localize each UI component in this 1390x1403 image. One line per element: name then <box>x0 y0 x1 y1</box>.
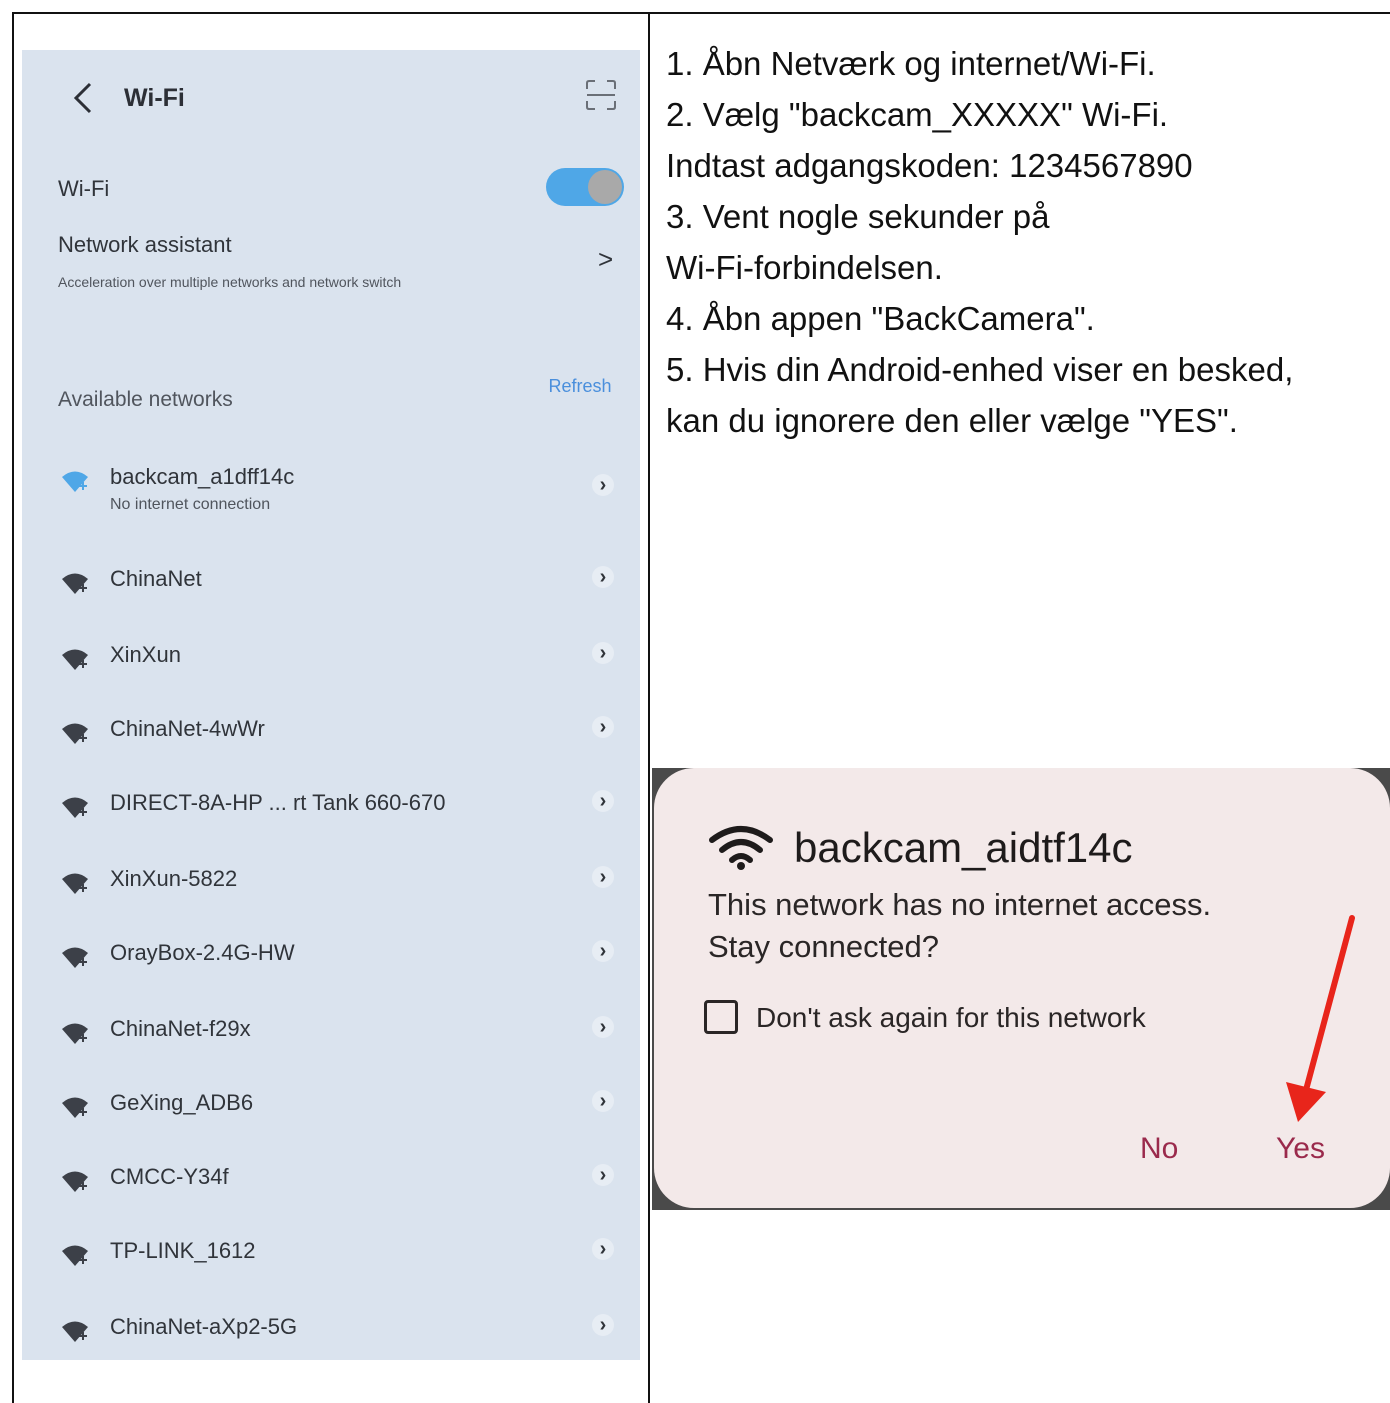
instructions: 1. Åbn Netværk og internet/Wi-Fi. 2. Vælg… <box>666 38 1390 446</box>
network-name: GeXing_ADB6 <box>110 1090 254 1115</box>
back-arrow-icon[interactable] <box>66 78 100 118</box>
network-name: backcam_a1dff14c <box>110 464 295 489</box>
instruction-line: 1. Åbn Netværk og internet/Wi-Fi. <box>666 45 1156 82</box>
network-name: ChinaNet <box>110 566 202 591</box>
chevron-right-icon[interactable]: › <box>592 642 614 664</box>
network-assistant-title[interactable]: Network assistant <box>58 232 232 258</box>
chevron-right-icon[interactable]: › <box>592 790 614 812</box>
network-item[interactable]: XinXun-5822 › <box>22 856 640 916</box>
network-item[interactable]: ChinaNet-f29x › <box>22 1006 640 1066</box>
network-name: XinXun-5822 <box>110 866 238 891</box>
wifi-settings-panel: Wi-Fi Wi-Fi Network assistant Accelerati… <box>22 50 640 1360</box>
network-item[interactable]: ChinaNet › <box>22 556 640 616</box>
network-name: OrayBox-2.4G-HW <box>110 940 295 965</box>
wifi-signal-icon <box>62 1097 88 1118</box>
wifi-signal-icon <box>62 649 88 670</box>
wifi-toggle[interactable] <box>546 168 624 206</box>
network-assistant-subtitle: Acceleration over multiple networks and … <box>58 274 402 290</box>
wifi-icon <box>709 826 773 870</box>
dialog-message-line2: Stay connected? <box>708 929 939 964</box>
no-button[interactable]: No <box>1140 1132 1178 1166</box>
toggle-knob <box>588 170 622 204</box>
instruction-line: 4. Åbn appen "BackCamera". <box>666 300 1095 337</box>
network-name: DIRECT-8A-HP ... rt Tank 660-670 <box>110 790 446 815</box>
wifi-signal-icon <box>62 573 88 594</box>
network-name: CMCC-Y34f <box>110 1164 229 1189</box>
dialog-message: This network has no internet access. Sta… <box>708 884 1211 968</box>
network-item[interactable]: TP-LINK_1612 › <box>22 1228 640 1288</box>
network-item[interactable]: backcam_a1dff14c No internet connection › <box>22 454 640 514</box>
chevron-right-icon[interactable]: > <box>598 244 613 275</box>
network-item[interactable]: GeXing_ADB6 › <box>22 1080 640 1140</box>
network-name: TP-LINK_1612 <box>110 1238 256 1263</box>
instruction-line: Wi-Fi-forbindelsen. <box>666 249 943 286</box>
network-item[interactable]: ChinaNet-4wWr › <box>22 706 640 766</box>
wifi-signal-icon <box>62 1245 88 1266</box>
instruction-line: kan du ignorere den eller vælge "YES". <box>666 402 1238 439</box>
chevron-right-icon[interactable]: › <box>592 566 614 588</box>
chevron-right-icon[interactable]: › <box>592 866 614 888</box>
network-item[interactable]: XinXun › <box>22 632 640 692</box>
dialog-title: backcam_aidtf14c <box>794 824 1133 871</box>
network-name: ChinaNet-f29x <box>110 1016 251 1041</box>
page-title: Wi-Fi <box>124 84 185 112</box>
wifi-signal-icon <box>62 723 88 744</box>
network-item[interactable]: OrayBox-2.4G-HW › <box>22 930 640 990</box>
chevron-right-icon[interactable]: › <box>592 1238 614 1260</box>
wifi-signal-icon <box>62 471 88 492</box>
dont-ask-checkbox-label[interactable]: Don't ask again for this network <box>756 1002 1146 1034</box>
instruction-line: 3. Vent nogle sekunder på <box>666 198 1050 235</box>
available-networks-label: Available networks <box>58 388 233 411</box>
instruction-line: 5. Hvis din Android-enhed viser en beske… <box>666 351 1294 388</box>
chevron-right-icon[interactable]: › <box>592 474 614 496</box>
wifi-signal-icon <box>62 1171 88 1192</box>
refresh-button[interactable]: Refresh <box>540 368 620 404</box>
chevron-right-icon[interactable]: › <box>592 716 614 738</box>
dialog-message-line1: This network has no internet access. <box>708 887 1212 922</box>
network-name: ChinaNet-aXp2-5G <box>110 1314 298 1339</box>
network-item[interactable]: ChinaNet-aXp2-5G › <box>22 1304 640 1364</box>
network-name: ChinaNet-4wWr <box>110 716 265 741</box>
wifi-toggle-label: Wi-Fi <box>58 176 110 201</box>
scan-icon[interactable] <box>584 78 618 112</box>
network-name: XinXun <box>110 642 181 667</box>
chevron-right-icon[interactable]: › <box>592 1090 614 1112</box>
chevron-right-icon[interactable]: › <box>592 1164 614 1186</box>
wifi-signal-icon <box>62 1321 88 1342</box>
yes-button[interactable]: Yes <box>1276 1132 1325 1166</box>
instruction-line: Indtast adgangskoden: 1234567890 <box>666 147 1193 184</box>
chevron-right-icon[interactable]: › <box>592 940 614 962</box>
instruction-line: 2. Vælg "backcam_XXXXX" Wi-Fi. <box>666 96 1169 133</box>
wifi-signal-icon <box>62 947 88 968</box>
chevron-right-icon[interactable]: › <box>592 1016 614 1038</box>
wifi-signal-icon <box>62 873 88 894</box>
network-item[interactable]: CMCC-Y34f › <box>22 1154 640 1214</box>
network-item[interactable]: DIRECT-8A-HP ... rt Tank 660-670 › <box>22 780 640 840</box>
wifi-signal-icon <box>62 797 88 818</box>
column-divider <box>648 12 650 1403</box>
network-status: No internet connection <box>110 496 271 513</box>
dont-ask-checkbox[interactable] <box>704 1000 738 1034</box>
wifi-signal-icon <box>62 1023 88 1044</box>
red-arrow-icon <box>1286 915 1355 1122</box>
chevron-right-icon[interactable]: › <box>592 1314 614 1336</box>
